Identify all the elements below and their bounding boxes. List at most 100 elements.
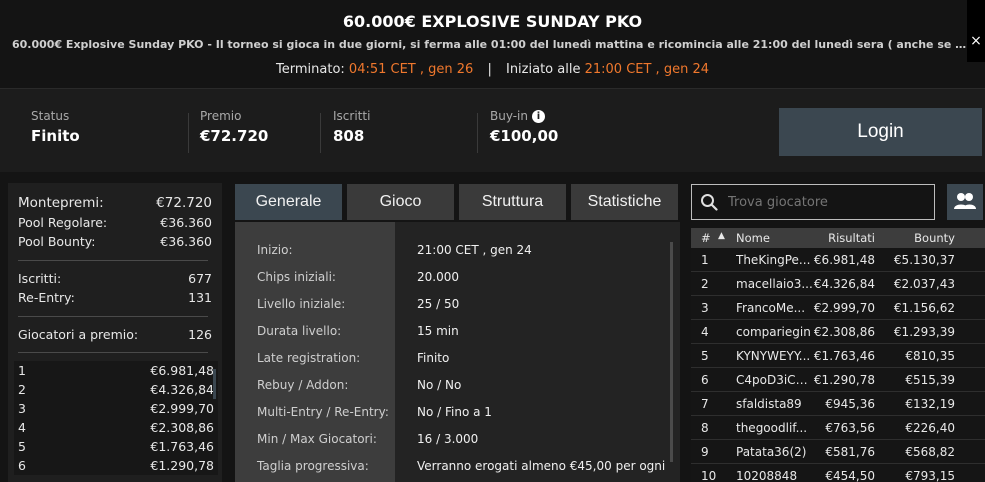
cell-name: compariegin — [736, 325, 811, 339]
info-icon[interactable]: i — [532, 110, 545, 123]
stat-divider — [320, 113, 321, 153]
cell-results: €4.326,84 — [813, 277, 875, 291]
tournament-header: 60.000€ EXPLOSIVE SUNDAY PKO 60.000€ Exp… — [0, 0, 985, 88]
cell-bounty: €793,15 — [905, 469, 955, 482]
tab-bar: Generale Gioco Struttura Statistiche — [235, 184, 680, 220]
col-bounty[interactable]: Bounty — [893, 231, 955, 245]
cell-name: thegoodlif... — [736, 421, 808, 435]
cell-rank: 2 — [701, 277, 709, 291]
prize-row: 4 €2.308,86 — [18, 418, 214, 437]
cell-bounty: €568,82 — [905, 445, 955, 459]
detail-label: Rebuy / Addon: — [257, 378, 349, 392]
stat-divider — [477, 113, 478, 153]
pool-bounty-label: Pool Bounty: — [18, 234, 96, 250]
cell-bounty: €810,35 — [905, 349, 955, 363]
table-row[interactable]: 6 C4poD3iC4... €1.290,78 €515,39 — [691, 368, 985, 392]
tab-gioco[interactable]: Gioco — [347, 184, 454, 220]
divider — [18, 259, 208, 261]
cell-name: FrancoMe... — [736, 301, 806, 315]
detail-row-rebuy: Rebuy / Addon: No / No — [235, 371, 680, 398]
detail-row-start: Inizio: 21:00 CET , gen 24 — [235, 236, 680, 263]
summary-row-montepremi: Montepremi: €72.720 — [18, 193, 212, 213]
players-button[interactable] — [947, 184, 983, 220]
prize-list-scrollbar[interactable] — [213, 369, 216, 399]
stat-entrants-label: Iscritti — [333, 109, 371, 123]
table-row[interactable]: 2 macellaio3... €4.326,84 €2.037,43 — [691, 272, 985, 296]
table-row[interactable]: 1 TheKingPe... €6.981,48 €5.130,37 — [691, 248, 985, 272]
cell-bounty: €1.156,62 — [893, 301, 955, 315]
iscritti-label: Iscritti: — [18, 270, 62, 286]
close-icon: × — [970, 33, 982, 49]
cell-name: 10208848 — [736, 469, 798, 482]
cell-name: Patata36(2) — [736, 445, 807, 459]
summary-row-reentry: Re-Entry: 131 — [18, 288, 212, 308]
cell-bounty: €132,19 — [905, 397, 955, 411]
tab-statistiche[interactable]: Statistiche — [571, 184, 678, 220]
table-header: # ▲ Nome Risultati Bounty — [691, 228, 985, 248]
detail-value: No / No — [417, 378, 462, 392]
started-value: 21:00 CET , gen 24 — [584, 62, 709, 77]
table-row[interactable]: 9 Patata36(2) €581,76 €568,82 — [691, 440, 985, 464]
cell-bounty: €2.037,43 — [893, 277, 955, 291]
stat-prize-label: Premio — [200, 109, 242, 123]
login-button[interactable]: Login — [779, 108, 982, 156]
stat-status-label: Status — [31, 109, 70, 123]
cell-name: sfaldista89 — [736, 397, 802, 411]
stat-prize-value: €72.720 — [200, 127, 269, 145]
stat-divider — [188, 113, 189, 153]
tournament-stats-bar: Status Finito Premio €72.720 Iscritti 80… — [0, 88, 985, 172]
close-button[interactable]: × — [967, 0, 985, 62]
tournament-title: 60.000€ EXPLOSIVE SUNDAY PKO — [342, 12, 643, 31]
cell-results: €945,36 — [825, 397, 875, 411]
sort-asc-icon[interactable]: ▲ — [718, 231, 725, 241]
stat-buyin-label: Buy-in — [490, 109, 528, 123]
prize-row: 3 €2.999,70 — [18, 399, 214, 418]
cell-rank: 9 — [701, 445, 709, 459]
cell-rank: 8 — [701, 421, 709, 435]
detail-label: Chips iniziali: — [257, 270, 336, 284]
detail-label: Late registration: — [257, 351, 361, 365]
detail-row-late-reg: Late registration: Finito — [235, 344, 680, 371]
prize-amount: €1.290,78 — [150, 458, 214, 473]
prize-row: 5 €1.763,46 — [18, 437, 214, 456]
stat-buyin: Buy-in i €100,00 — [490, 109, 558, 145]
tournament-description: 60.000€ Explosive Sunday PKO - Il torneo… — [12, 38, 968, 51]
pool-bounty-value: €36.360 — [160, 234, 212, 250]
table-row[interactable]: 5 KYNYWEYY... €1.763,46 €810,35 — [691, 344, 985, 368]
search-input[interactable] — [728, 185, 928, 219]
detail-label: Taglia progressiva: — [257, 459, 369, 473]
table-row[interactable]: 4 compariegin €2.308,86 €1.293,39 — [691, 320, 985, 344]
prize-amount: €1.763,46 — [150, 439, 214, 454]
table-row[interactable]: 10 10208848 €454,50 €793,15 — [691, 464, 985, 482]
cell-bounty: €1.293,39 — [893, 325, 955, 339]
cell-rank: 4 — [701, 325, 709, 339]
detail-value: 20.000 — [417, 270, 459, 284]
prize-position: 6 — [18, 458, 26, 473]
prize-row: 2 €4.326,84 — [18, 380, 214, 399]
giocatori-label: Giocatori a premio: — [18, 326, 139, 342]
col-rank[interactable]: # — [701, 231, 711, 245]
prize-position: 2 — [18, 382, 26, 397]
detail-value: 15 min — [417, 324, 459, 338]
reentry-value: 131 — [188, 290, 212, 306]
summary-row-pool-regolare: Pool Regolare: €36.360 — [18, 213, 212, 233]
tab-struttura[interactable]: Struttura — [459, 184, 566, 220]
prize-position: 3 — [18, 401, 26, 416]
table-row[interactable]: 7 sfaldista89 €945,36 €132,19 — [691, 392, 985, 416]
col-name[interactable]: Nome — [736, 231, 814, 245]
table-row[interactable]: 3 FrancoMe... €2.999,70 €1.156,62 — [691, 296, 985, 320]
divider — [18, 352, 208, 353]
details-scrollbar[interactable] — [670, 242, 673, 462]
stat-status: Status Finito — [31, 109, 80, 145]
cell-rank: 10 — [701, 469, 717, 482]
table-row[interactable]: 8 thegoodlif... €763,56 €226,40 — [691, 416, 985, 440]
prize-position: 1 — [18, 363, 26, 378]
detail-label: Inizio: — [257, 243, 293, 257]
tab-generale[interactable]: Generale — [235, 184, 342, 220]
detail-value: No / Fino a 1 — [417, 405, 492, 419]
prize-list[interactable]: 1 €6.981,48 2 €4.326,84 3 €2.999,70 4 €2.308… — [14, 361, 218, 475]
reentry-label: Re-Entry: — [18, 290, 75, 306]
stat-entrants: Iscritti 808 — [333, 109, 370, 145]
cell-rank: 5 — [701, 349, 709, 363]
col-results[interactable]: Risultati — [813, 231, 875, 245]
